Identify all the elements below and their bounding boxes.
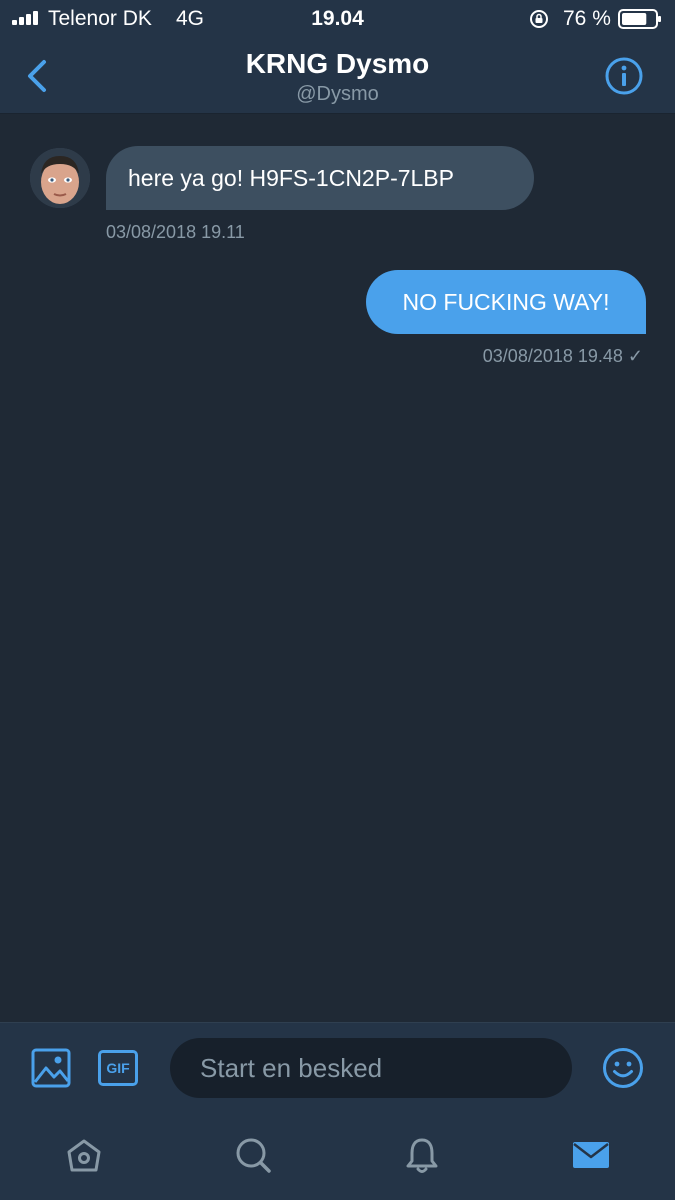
message-composer: GIF xyxy=(0,1022,675,1112)
gif-button[interactable]: GIF xyxy=(98,1050,138,1086)
avatar-image xyxy=(30,148,90,208)
battery-icon xyxy=(618,9,661,29)
conversation-handle: @Dysmo xyxy=(296,83,379,105)
home-icon xyxy=(67,1139,101,1172)
tab-home[interactable] xyxy=(63,1134,105,1176)
image-icon[interactable] xyxy=(31,1048,71,1088)
message-timestamp: 03/08/2018 19.11 xyxy=(106,222,245,242)
tab-notifications[interactable] xyxy=(401,1134,443,1176)
search-icon xyxy=(236,1138,271,1173)
avatar[interactable] xyxy=(30,148,90,208)
info-icon[interactable] xyxy=(604,56,644,96)
signal-strength-icon xyxy=(12,11,38,25)
mail-icon xyxy=(573,1142,609,1168)
tab-bar xyxy=(0,1112,675,1200)
message-input[interactable] xyxy=(170,1038,572,1098)
tab-search[interactable] xyxy=(232,1134,274,1176)
emoji-icon[interactable] xyxy=(602,1047,644,1089)
tab-messages[interactable] xyxy=(570,1134,612,1176)
rotation-lock-icon xyxy=(530,10,548,28)
conversation-title[interactable]: KRNG Dysmo xyxy=(0,48,675,80)
message-timestamp-read: 03/08/2018 19.48 ✓ xyxy=(482,346,643,366)
carrier-name: Telenor DK xyxy=(48,7,152,30)
status-bar: Telenor DK 4G 19.04 76 % xyxy=(0,0,675,38)
message-bubble-outgoing[interactable]: NO FUCKING WAY! xyxy=(366,270,646,334)
message-bubble-incoming[interactable]: here ya go! H9FS-1CN2P-7LBP xyxy=(106,146,534,210)
network-type: 4G xyxy=(176,7,205,30)
battery-percent: 76 % xyxy=(563,7,611,30)
bell-icon xyxy=(406,1138,438,1173)
conversation-header: KRNG Dysmo @Dysmo xyxy=(0,38,675,114)
